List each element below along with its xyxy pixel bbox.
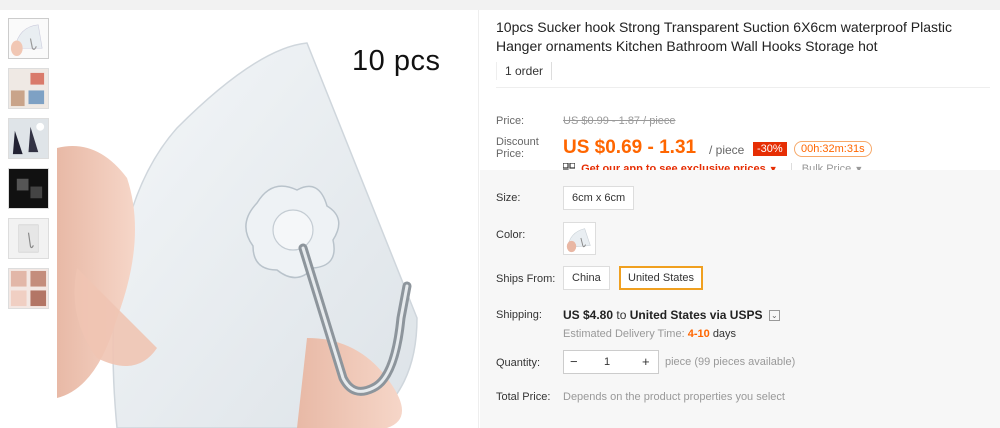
product-title: 10pcs Sucker hook Strong Transparent Suc… <box>496 19 953 54</box>
quantity-available: piece (99 pieces available) <box>665 356 796 368</box>
ships-from-china[interactable]: China <box>563 266 610 290</box>
order-count: 1 order <box>496 62 553 80</box>
eta-prefix: Estimated Delivery Time: <box>563 328 685 340</box>
color-label: Color: <box>496 229 526 241</box>
delivery-estimate: Estimated Delivery Time: 4-10 days <box>563 328 736 340</box>
thumbnail-bathroom[interactable] <box>8 118 49 159</box>
discount-badge: -30% <box>753 142 787 156</box>
thumbnail-main[interactable] <box>8 18 49 59</box>
thumbnail-detail[interactable] <box>8 268 49 309</box>
thumbnail-single[interactable] <box>8 218 49 259</box>
countdown-timer: 00h:32m:31s <box>794 141 872 157</box>
original-price: US $0.99 - 1.87 / piece <box>563 115 676 127</box>
discount-price-label: Discount Price: <box>496 136 539 160</box>
quantity-label: Quantity: <box>496 357 541 369</box>
discount-price: US $0.69 - 1.31 <box>563 137 697 158</box>
ships-from-united-states[interactable]: United States <box>619 266 704 290</box>
eta-days: 4-10 <box>687 328 710 340</box>
options-panel: Size: 6cm x 6cm Color: Ships From: China… <box>480 170 1000 428</box>
top-bar <box>0 0 1000 10</box>
price-unit: / piece <box>709 143 745 157</box>
shipping-label: Shipping: <box>496 309 542 321</box>
product-info: 10pcs Sucker hook Strong Transparent Suc… <box>496 18 990 176</box>
price-label: Price: <box>496 115 525 127</box>
divider <box>496 87 990 88</box>
thumbnail-black[interactable] <box>8 168 49 209</box>
thumbnail-gallery <box>8 18 50 318</box>
shipping-cost: US $4.80 <box>563 308 614 322</box>
discount-label-line-2: Price: <box>496 148 525 160</box>
shipping-destination: United States via USPS <box>629 308 763 322</box>
image-caption: 10 pcs <box>352 45 441 77</box>
size-label: Size: <box>496 192 521 204</box>
size-option[interactable]: 6cm x 6cm <box>563 186 635 210</box>
shipping-to: to <box>616 308 627 322</box>
suction-hook-photo <box>57 18 467 428</box>
main-product-image: 10 pcs <box>57 18 467 428</box>
quantity-input[interactable]: 1 <box>604 356 610 368</box>
total-price-value: Depends on the product properties you se… <box>563 391 785 403</box>
column-divider <box>478 10 479 428</box>
quantity-stepper: − 1 + <box>563 350 659 374</box>
eta-suffix: days <box>712 328 737 340</box>
discount-label-line-1: Discount <box>496 136 539 148</box>
shipping-info: US $4.80 to United States via USPS ⌄ <box>563 308 780 322</box>
plus-icon[interactable]: + <box>642 354 650 369</box>
total-price-label: Total Price: <box>496 391 551 403</box>
thumbnail-room[interactable] <box>8 68 49 109</box>
ships-from-label: Ships From: <box>496 273 556 285</box>
color-option[interactable] <box>563 222 596 255</box>
chevron-down-icon[interactable]: ⌄ <box>768 310 780 322</box>
color-swatch-image <box>564 223 595 254</box>
minus-icon[interactable]: − <box>570 354 578 369</box>
